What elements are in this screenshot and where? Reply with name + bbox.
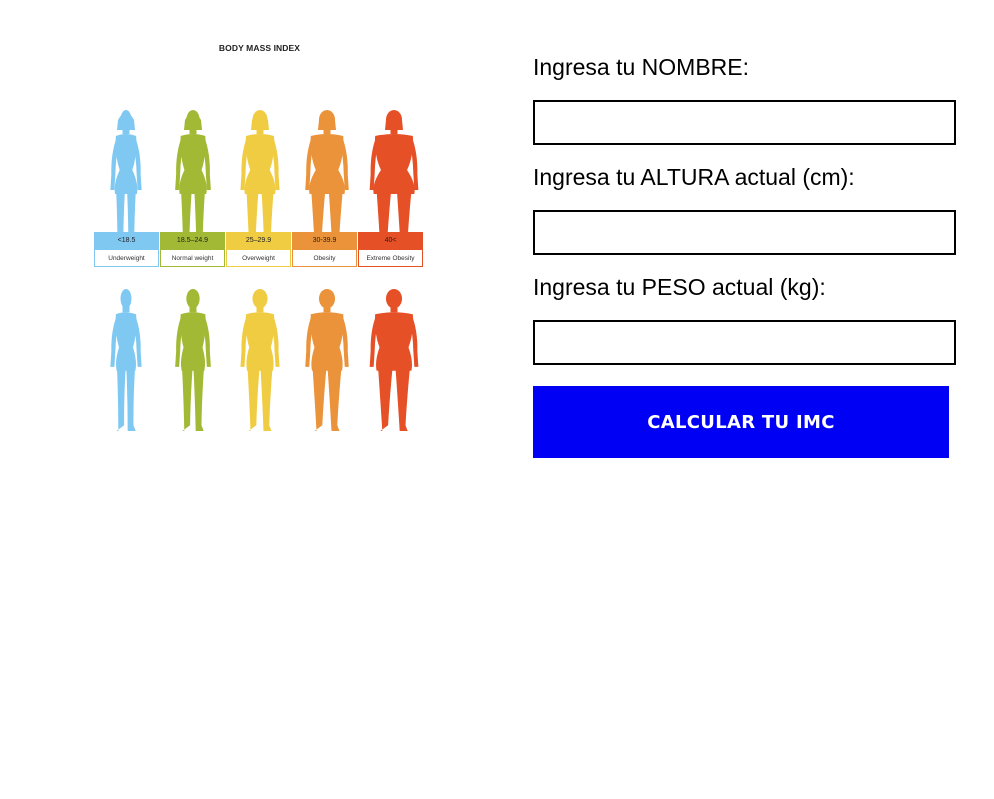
page: BODY MASS INDEX <18.5 Underweight 18.5–24.… xyxy=(0,0,994,799)
altura-label: Ingresa tu ALTURA actual (cm): xyxy=(533,164,855,190)
infographic-title: BODY MASS INDEX xyxy=(218,43,301,53)
bmi-infographic: BODY MASS INDEX <18.5 Underweight 18.5–24.… xyxy=(92,40,427,440)
bmi-category: 30-39.9 Obesity xyxy=(292,232,357,267)
bmi-category-label: Normal weight xyxy=(160,250,225,267)
bmi-category-label: Overweight xyxy=(226,250,291,267)
bmi-category: 18.5–24.9 Normal weight xyxy=(160,232,225,267)
nombre-label: Ingresa tu NOMBRE: xyxy=(533,54,750,80)
bmi-category: <18.5 Underweight xyxy=(94,232,159,267)
calcular-imc-button[interactable]: CALCULAR TU IMC xyxy=(533,386,949,458)
peso-input[interactable] xyxy=(533,320,956,365)
female-figure-obese xyxy=(293,72,360,258)
female-figure-normal xyxy=(159,72,226,258)
male-figure-over xyxy=(226,283,293,433)
altura-input[interactable] xyxy=(533,210,956,255)
bmi-category: 40< Extreme Obesity xyxy=(358,232,423,267)
male-figure-thin xyxy=(92,283,159,433)
bmi-range: 30-39.9 xyxy=(292,232,357,250)
bmi-category-table: <18.5 Underweight 18.5–24.9 Normal weight 25… xyxy=(94,232,423,267)
bmi-category-label: Extreme Obesity xyxy=(358,250,423,267)
bmi-range: 18.5–24.9 xyxy=(160,232,225,250)
bmi-range: 25–29.9 xyxy=(226,232,291,250)
peso-label: Ingresa tu PESO actual (kg): xyxy=(533,274,826,300)
bmi-category-label: Obesity xyxy=(292,250,357,267)
male-figure-obese xyxy=(293,283,360,433)
male-figures-row xyxy=(92,283,427,433)
female-figures-row xyxy=(92,72,427,258)
bmi-range: 40< xyxy=(358,232,423,250)
bmi-range: <18.5 xyxy=(94,232,159,250)
male-figure-extreme xyxy=(360,283,427,433)
female-figure-over xyxy=(226,72,293,258)
female-figure-extreme xyxy=(360,72,427,258)
bmi-category: 25–29.9 Overweight xyxy=(226,232,291,267)
female-figure-thin xyxy=(92,72,159,258)
nombre-input[interactable] xyxy=(533,100,956,145)
male-figure-normal xyxy=(159,283,226,433)
bmi-category-label: Underweight xyxy=(94,250,159,267)
